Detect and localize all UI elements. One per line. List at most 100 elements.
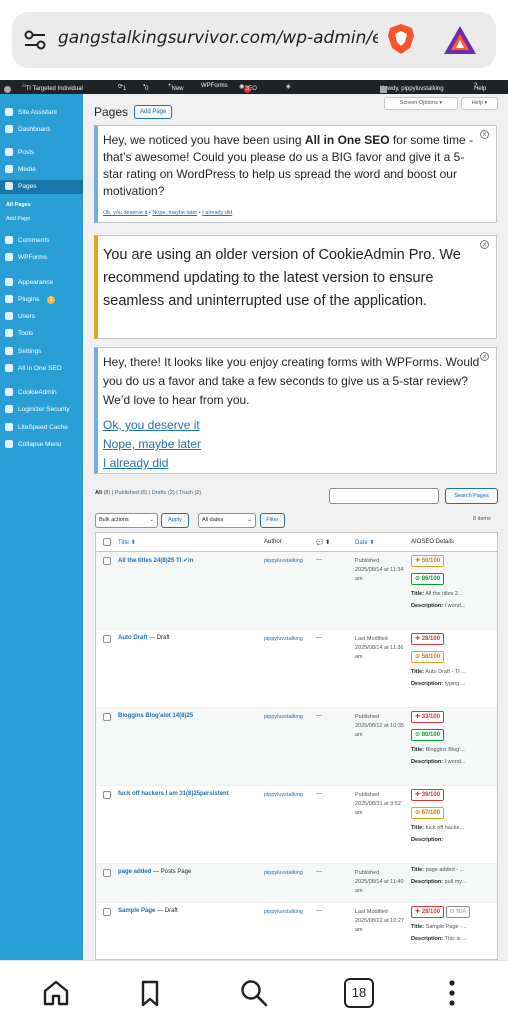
seo-menu-link[interactable]: ◉ SEO 3 [239, 83, 257, 93]
sidebar-item-loginizer-security[interactable]: Loginizer Security [0, 403, 83, 417]
already-did-link[interactable]: I already did [202, 210, 232, 216]
row-checkbox[interactable] [103, 908, 111, 916]
row-author-link[interactable]: pippyluvstalking [264, 791, 308, 799]
site-name-link[interactable]: ⌂ TI Targeted Individual [22, 83, 83, 92]
search-pages-input[interactable] [329, 488, 439, 504]
sidebar-item-plugins[interactable]: Plugins 1 [0, 293, 83, 307]
dismiss-notice-icon[interactable]: × [480, 130, 489, 139]
row-author-link[interactable]: pippyluvstalking [264, 635, 308, 643]
diamond-icon [5, 423, 13, 431]
updates-link[interactable]: ⟳ 1 [118, 83, 126, 92]
filter-button[interactable]: Filter [260, 513, 285, 528]
home-icon[interactable] [41, 978, 71, 1008]
help-link[interactable]: Help ? [474, 83, 486, 92]
wpforms-link[interactable]: WPForms [201, 83, 228, 89]
row-author-link[interactable]: pippyluvstalking [264, 869, 308, 877]
trueseo-score-badge[interactable]: ⊙ 80/100 [411, 729, 445, 741]
search-icon[interactable] [239, 978, 269, 1008]
page-title-link[interactable]: Auto Draft [118, 635, 147, 641]
row-checkbox[interactable] [103, 791, 111, 799]
date-filter-select[interactable]: All dates ⌄ [198, 513, 256, 528]
browser-toolbar: gangstalkingsurvivor.com/wp-admin/edi [0, 0, 508, 80]
sidebar-item-posts[interactable]: Posts [0, 146, 83, 160]
sidebar-sub-all-pages[interactable]: All Pages [6, 202, 31, 208]
filter-all[interactable]: All (8) [95, 490, 110, 496]
filter-drafts[interactable]: Drafts (2) [152, 490, 175, 496]
url-text[interactable]: gangstalkingsurvivor.com/wp-admin/edi [58, 28, 378, 48]
row-checkbox[interactable] [103, 635, 111, 643]
trueseo-score-badge[interactable]: ⊙ 58/100 [411, 651, 445, 663]
search-pages-button[interactable]: Search Pages [445, 488, 498, 504]
brave-rewards-icon[interactable] [442, 24, 478, 56]
row-comments: — [316, 908, 322, 914]
already-did-link[interactable]: I already did [103, 454, 201, 473]
filter-published[interactable]: Published (6) [115, 490, 147, 496]
page-title-link[interactable]: fuck off hackers I am 31(8)25persistent [118, 791, 229, 797]
row-author-link[interactable]: pippyluvstalking [264, 557, 308, 565]
brave-shields-icon[interactable] [384, 22, 418, 56]
page-title-link[interactable]: page added [118, 869, 151, 875]
help-tab-button[interactable]: Help ▾ [461, 97, 498, 110]
row-author-link[interactable]: pippyluvstalking [264, 713, 308, 721]
column-comments[interactable]: 💬 ⬍ [316, 539, 330, 546]
sidebar-item-pages[interactable]: Pages [0, 180, 83, 194]
sidebar-item-dashboard[interactable]: Dashboard [0, 123, 83, 137]
wpforms-review-notice: × Hey, there! It looks like you enjoy cr… [94, 347, 497, 474]
row-checkbox[interactable] [103, 713, 111, 721]
pages-table: Title ⬍ Author 💬 ⬍ Date ⬍ AIOSEO Details… [95, 532, 498, 960]
ok-deserve-link[interactable]: Ok, you deserve it [103, 416, 201, 435]
sidebar-item-wpforms[interactable]: WPForms [0, 251, 83, 265]
sidebar-item-site-assistant[interactable]: Site Assistant [0, 106, 83, 120]
sidebar-sub-add-page[interactable]: Add Page [6, 216, 30, 222]
page-title-link[interactable]: Sample Page [118, 908, 155, 914]
seo-score-badge[interactable]: ✚ 28/100 [411, 633, 445, 645]
site-settings-icon[interactable] [24, 30, 46, 50]
sidebar-item-collapse-menu[interactable]: Collapse Menu [0, 438, 83, 452]
sidebar-item-tools[interactable]: Tools [0, 327, 83, 341]
page-title-link[interactable]: All the titles 24(8)25 TI ✔in [118, 558, 193, 564]
column-date[interactable]: Date ⬍ [355, 539, 374, 546]
select-all-checkbox[interactable] [103, 538, 111, 546]
add-page-button[interactable]: Add Page [134, 105, 173, 119]
seo-score-badge[interactable]: ✚ 50/100 [411, 555, 445, 567]
sidebar-item-label: Posts [18, 149, 35, 156]
maybe-later-link[interactable]: Nope, maybe later [103, 435, 201, 454]
sidebar-item-label: Loginizer Security [18, 406, 70, 413]
new-content-link[interactable]: + New [168, 83, 184, 92]
meta-description: Description: I wond... [411, 759, 466, 765]
sidebar-item-all-in-one-seo[interactable]: All in One SEO [0, 362, 83, 376]
seo-score-badge[interactable]: ✚ 28/100 [411, 906, 445, 918]
row-checkbox[interactable] [103, 869, 111, 877]
sidebar-item-appearance[interactable]: Appearance [0, 276, 83, 290]
litespeed-icon[interactable]: ◈ [286, 83, 291, 90]
column-title[interactable]: Title ⬍ [118, 539, 136, 546]
trueseo-score-badge[interactable]: ⊙ N/A [445, 906, 471, 918]
seo-score-badge[interactable]: ✚ 39/100 [411, 789, 445, 801]
filter-trash[interactable]: Trash (2) [179, 490, 201, 496]
trueseo-score-badge[interactable]: ⊙ 86/100 [411, 573, 445, 585]
maybe-later-link[interactable]: Nope, maybe later [152, 210, 197, 216]
meta-description: Description: pull my... [411, 879, 467, 885]
apply-button[interactable]: Apply [161, 513, 189, 528]
more-icon[interactable] [437, 978, 467, 1008]
bulk-actions-select[interactable]: Bulk actions ⌄ [95, 513, 158, 528]
sidebar-item-litespeed-cache[interactable]: LiteSpeed Cache [0, 421, 83, 435]
ok-deserve-link[interactable]: Ok, you deserve it [103, 210, 147, 216]
bookmark-icon[interactable] [135, 978, 165, 1008]
tabs-button[interactable]: 18 [344, 978, 374, 1008]
row-author-link[interactable]: pippyluvstalking [264, 908, 308, 916]
row-date: Last Modified 2025/08/12 at 10:27 am [355, 909, 404, 933]
sidebar-item-settings[interactable]: Settings [0, 345, 83, 359]
screen-options-button[interactable]: Screen Options ▾ [384, 97, 458, 110]
sidebar-item-media[interactable]: Media [0, 163, 83, 177]
trueseo-score-badge[interactable]: ⊙ 67/100 [411, 807, 445, 819]
address-bar[interactable]: gangstalkingsurvivor.com/wp-admin/edi [12, 12, 496, 68]
sidebar-item-comments[interactable]: Comments [0, 234, 83, 248]
row-checkbox[interactable] [103, 557, 111, 565]
sidebar-item-users[interactable]: Users [0, 310, 83, 324]
page-title-link[interactable]: Bloggins Blog'alot 14(8)25 [118, 713, 193, 719]
sidebar-item-cookieadmin[interactable]: CookieAdmin [0, 386, 83, 400]
comments-link[interactable]: ▪ 0 [143, 83, 148, 92]
seo-score-badge[interactable]: ✚ 33/100 [411, 711, 445, 723]
row-title: Sample Page — Draft [118, 908, 178, 914]
